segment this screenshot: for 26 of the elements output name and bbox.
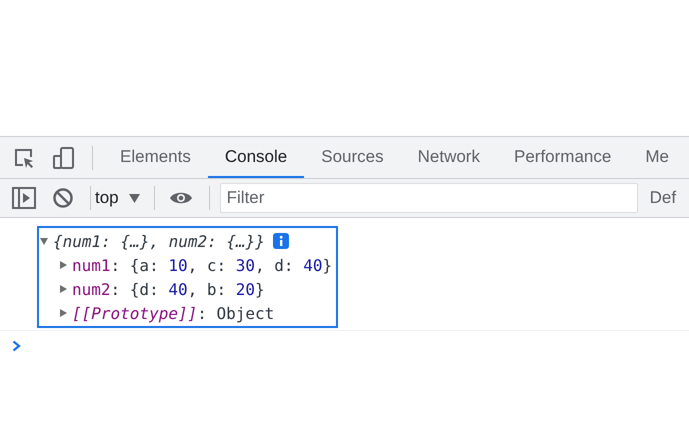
clear-console-icon[interactable] <box>52 187 74 209</box>
property-key: [[Prototype]] <box>72 304 198 322</box>
panel-tab[interactable]: Sources <box>304 137 401 178</box>
property-value: : {d: 40, b: 20} <box>110 280 265 298</box>
context-dropdown[interactable]: top <box>95 188 154 208</box>
panel-tab[interactable]: Me <box>628 137 686 178</box>
collapsed-triangle-icon[interactable] <box>58 308 68 318</box>
eye-icon[interactable] <box>168 190 193 206</box>
expanded-triangle-icon[interactable] <box>39 236 49 246</box>
panel-tab[interactable]: Network <box>400 137 497 178</box>
property-key: num2 <box>72 280 111 298</box>
prompt-chevron-icon <box>12 340 21 352</box>
caret-icon <box>128 194 140 202</box>
log-levels-dropdown[interactable]: Def <box>650 188 676 208</box>
filter-field[interactable]: Filter <box>220 183 638 213</box>
object-summary: {num1: {…}, num2: {…}} <box>53 232 265 250</box>
property-value: : Object <box>197 304 274 322</box>
panel-tab[interactable]: Elements <box>103 137 208 178</box>
info-icon <box>272 233 289 249</box>
collapsed-triangle-icon[interactable] <box>58 284 68 294</box>
property-key: num1 <box>72 256 111 274</box>
panel-tab[interactable]: Performance <box>496 137 628 178</box>
device-toolbar-icon[interactable] <box>52 146 76 170</box>
sidebar-toggle-icon[interactable] <box>12 187 36 209</box>
collapsed-triangle-icon[interactable] <box>58 260 68 270</box>
property-value: : {a: 10, c: 30, d: 40} <box>110 256 332 274</box>
